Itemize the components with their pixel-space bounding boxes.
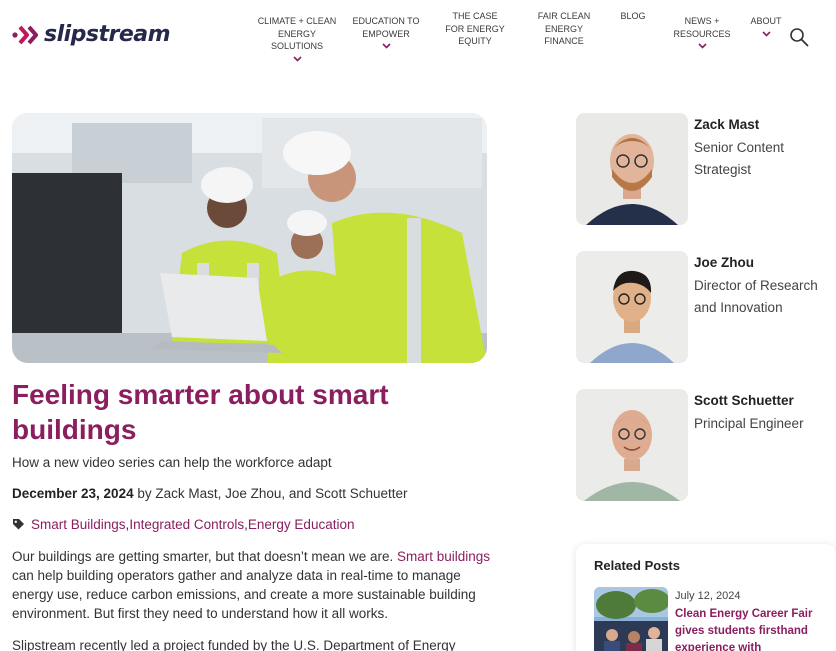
nav-news-resources[interactable]: NEWS + RESOURCES xyxy=(668,15,736,49)
related-post-image xyxy=(594,587,668,651)
related-post-thumbnail[interactable] xyxy=(594,587,668,651)
tag-icon xyxy=(13,519,24,530)
hero-image xyxy=(12,113,487,363)
article-authors: by Zack Mast, Joe Zhou, and Scott Schuet… xyxy=(133,486,408,501)
hero-illustration xyxy=(12,113,487,363)
article-byline: December 23, 2024 by Zack Mast, Joe Zhou… xyxy=(12,486,407,501)
logo-wordmark: slipstream xyxy=(44,22,171,47)
chevron-down-icon xyxy=(697,43,707,49)
author-portrait xyxy=(576,389,688,501)
nav-education-to-empower[interactable]: EDUCATION TO EMPOWER xyxy=(350,15,422,49)
tag-smart-buildings[interactable]: Smart Buildings xyxy=(31,517,126,532)
article-tags: Smart Buildings, Integrated Controls, En… xyxy=(12,517,354,532)
smart-buildings-link[interactable]: Smart buildings xyxy=(397,549,490,564)
author-photo xyxy=(576,389,688,501)
slipstream-logo[interactable]: slipstream xyxy=(12,22,171,47)
nav-fair-clean-energy-finance[interactable]: FAIR CLEAN ENERGY FINANCE xyxy=(530,10,598,48)
author-name[interactable]: Scott Schuetter xyxy=(694,393,794,408)
nav-climate-clean-energy[interactable]: CLIMATE + CLEAN ENERGY SOLUTIONS xyxy=(254,15,340,62)
tag-energy-education[interactable]: Energy Education xyxy=(248,517,355,532)
nav-blog[interactable]: BLOG xyxy=(612,10,654,23)
author-portrait xyxy=(576,113,688,225)
author-name[interactable]: Joe Zhou xyxy=(694,255,754,270)
article-date: December 23, 2024 xyxy=(12,486,134,501)
article-subtitle: How a new video series can help the work… xyxy=(12,455,332,470)
site-header: slipstream CLIMATE + CLEAN ENERGY SOLUTI… xyxy=(0,0,836,70)
article-title: Feeling smarter about smart buildings xyxy=(12,379,389,445)
author-name[interactable]: Zack Mast xyxy=(694,117,759,132)
related-posts-heading: Related Posts xyxy=(594,558,680,573)
nav-about[interactable]: ABOUT xyxy=(744,15,788,37)
chevron-down-icon xyxy=(381,43,391,49)
search-icon[interactable] xyxy=(789,27,809,47)
article-paragraph-1: Our buildings are getting smarter, but t… xyxy=(12,549,491,621)
author-role: Senior Content Strategist xyxy=(694,140,785,177)
chevron-down-icon xyxy=(761,30,771,37)
nav-case-for-energy-equity[interactable]: THE CASE FOR ENERGY EQUITY xyxy=(441,10,509,48)
author-photo xyxy=(576,113,688,225)
author-role: Director of Research and Innovation xyxy=(694,278,818,315)
related-post-title[interactable]: Clean Energy Career Fair gives students … xyxy=(675,606,830,651)
article-paragraph-2: Slipstream recently led a project funded… xyxy=(12,638,456,651)
related-posts-panel: Related Posts July 12, 2024 Clean Energy… xyxy=(576,544,836,651)
author-role: Principal Engineer xyxy=(694,416,804,431)
tag-integrated-controls[interactable]: Integrated Controls xyxy=(129,517,244,532)
author-photo xyxy=(576,251,688,363)
author-portrait xyxy=(576,251,688,363)
related-post-date: July 12, 2024 xyxy=(675,590,741,602)
logo-chevrons-icon xyxy=(12,25,38,44)
chevron-down-icon xyxy=(292,55,302,62)
